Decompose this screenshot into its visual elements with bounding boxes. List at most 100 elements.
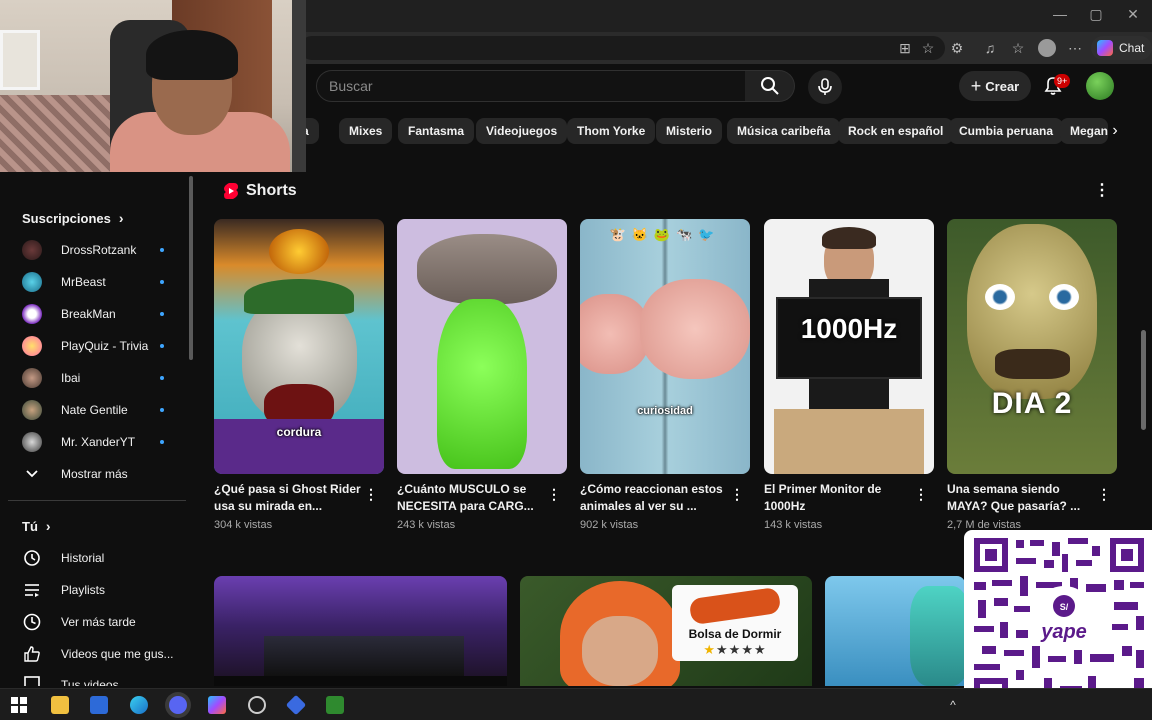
chip[interactable]: Megan — [1060, 118, 1108, 144]
more-options-icon[interactable]: ⋮ — [364, 486, 378, 503]
sidebar-item-subscription[interactable]: Mr. XanderYT — [22, 428, 182, 456]
webcam-pole — [292, 0, 306, 172]
search-button[interactable] — [745, 70, 795, 102]
webcam-bed — [0, 95, 110, 172]
short-caption: curiosidad — [637, 405, 693, 417]
zombie-eye-left — [985, 284, 1015, 310]
star-icon: ★ — [728, 642, 742, 657]
maximize-button[interactable]: ▢ — [1081, 6, 1111, 23]
new-content-dot — [160, 376, 164, 380]
app-icon[interactable] — [285, 694, 307, 716]
avatar — [22, 368, 42, 388]
sidebar-scrollbar[interactable] — [189, 176, 193, 360]
sidebar-item-subscription[interactable]: Ibai — [22, 364, 182, 392]
account-avatar[interactable] — [1086, 72, 1114, 100]
character-shape — [910, 586, 965, 686]
short-thumbnail[interactable]: 1000Hz — [764, 219, 934, 474]
chevron-right-icon[interactable]: › — [1104, 118, 1126, 144]
avatar — [22, 240, 42, 260]
short-title[interactable]: ¿Qué pasa si Ghost Rider usa su mirada e… — [214, 481, 364, 515]
chevron-right-icon: › — [118, 210, 124, 226]
minecraft-icon[interactable] — [326, 696, 344, 714]
chip[interactable]: Rock en español — [838, 118, 954, 144]
address-bar[interactable] — [300, 36, 945, 60]
more-options-icon[interactable]: ⋮ — [1092, 181, 1112, 201]
short-title[interactable]: ¿Cuánto MUSCULO se NECESITA para CARG... — [397, 481, 547, 515]
copilot-icon[interactable] — [208, 696, 226, 714]
chat-label: Chat — [1119, 41, 1145, 55]
sidebar-item-subscription[interactable]: BreakMan — [22, 300, 182, 328]
sidebar-item-subscription[interactable]: Nate Gentile — [22, 396, 182, 424]
discord-icon[interactable] — [169, 696, 187, 714]
you-section-header[interactable]: Tú › — [22, 518, 51, 534]
browser-profile-avatar[interactable] — [1038, 39, 1056, 57]
extensions-icon[interactable]: ⚙ — [948, 39, 966, 57]
sidebar-item-playlists[interactable]: Playlists — [22, 576, 182, 604]
more-options-icon[interactable]: ⋮ — [547, 486, 561, 503]
more-options-icon[interactable]: ⋮ — [1097, 486, 1111, 503]
shorts-logo-icon — [224, 183, 238, 199]
chip[interactable]: Videojuegos — [476, 118, 568, 144]
zombie-mouth-shape — [995, 349, 1070, 379]
copilot-chat-button[interactable]: Chat — [1091, 36, 1152, 60]
search-box[interactable]: Buscar — [316, 70, 746, 102]
minimize-button[interactable]: — — [1045, 6, 1075, 22]
sidebar-item-history[interactable]: Historial — [22, 544, 182, 572]
sidebar-item-liked-videos[interactable]: Videos que me gus... — [22, 640, 182, 668]
star-icon: ★ — [703, 642, 717, 657]
obs-icon[interactable] — [248, 696, 266, 714]
app-grid-icon[interactable]: ⊞ — [896, 39, 914, 57]
chip[interactable]: Misterio — [656, 118, 723, 144]
edge-browser-icon[interactable] — [130, 696, 148, 714]
chevron-up-icon[interactable]: ^ — [946, 698, 960, 712]
more-options-icon[interactable]: ⋯ — [1066, 39, 1084, 57]
short-thumbnail[interactable]: 🐮🐱🐸🐄🐦 curiosidad — [580, 219, 750, 474]
chip[interactable]: Música caribeña — [727, 118, 841, 144]
show-more-label: Mostrar más — [61, 467, 128, 481]
windows-start-icon[interactable] — [10, 696, 28, 714]
chip[interactable]: Cumbia peruana — [949, 118, 1064, 144]
sidebar-item-label: PlayQuiz - Trivia — [61, 339, 149, 353]
sidebar-item-your-videos[interactable]: Tus videos — [22, 672, 182, 686]
sidebar-item-subscription[interactable]: MrBeast — [22, 268, 182, 296]
sidebar-item-subscription[interactable]: PlayQuiz - Trivia — [22, 332, 182, 360]
sidebar-item-subscription[interactable]: DrossRotzank — [22, 236, 182, 264]
short-thumbnail[interactable]: DIA 2 — [947, 219, 1117, 474]
shorts-section-title: Shorts — [246, 182, 297, 199]
more-options-icon[interactable]: ⋮ — [730, 486, 744, 503]
elephant-shape — [417, 234, 557, 304]
video-thumbnail[interactable] — [214, 576, 507, 686]
create-button[interactable]: + Crear — [959, 71, 1031, 101]
short-title[interactable]: Una semana siendo MAYA? Que pasaría? ... — [947, 481, 1097, 515]
show-more-button[interactable]: Mostrar más — [22, 460, 182, 488]
chip[interactable]: Mixes — [339, 118, 393, 144]
liked-icon — [22, 644, 42, 664]
voice-search-button[interactable] — [808, 70, 842, 104]
short-thumbnail[interactable]: cordura — [214, 219, 384, 474]
sidebar-item-watch-later[interactable]: Ver más tarde — [22, 608, 182, 636]
music-icon[interactable]: ♫ — [981, 39, 999, 57]
new-content-dot — [160, 344, 164, 348]
sleeping-bag-card: Bolsa de Dormir ★★★★★ — [672, 585, 798, 661]
short-thumbnail[interactable] — [397, 219, 567, 474]
chevron-right-icon: › — [45, 518, 51, 534]
video-thumbnail[interactable] — [825, 576, 965, 686]
close-window-button[interactable]: ✕ — [1118, 6, 1148, 23]
create-label: Crear — [985, 78, 1020, 94]
mail-icon[interactable] — [90, 696, 108, 714]
short-title[interactable]: ¿Cómo reaccionan estos animales al ver s… — [580, 481, 730, 515]
short-title[interactable]: El Primer Monitor de 1000Hz — [764, 481, 914, 515]
subscriptions-header[interactable]: Suscripciones › — [22, 210, 124, 226]
person-hair-shape — [822, 227, 876, 249]
windows-taskbar: ^ — [0, 688, 1152, 720]
favorite-star-icon[interactable]: ☆ — [919, 39, 937, 57]
chip[interactable]: Fantasma — [398, 118, 475, 144]
page-scrollbar[interactable] — [1141, 330, 1146, 430]
chip[interactable]: Thom Yorke — [567, 118, 656, 144]
sleeping-bag-shape — [688, 586, 782, 626]
short-views: 304 k vistas — [214, 519, 273, 531]
search-input[interactable]: Buscar — [329, 78, 373, 94]
favorites-icon[interactable]: ☆ — [1009, 39, 1027, 57]
file-explorer-icon[interactable] — [51, 696, 69, 714]
more-options-icon[interactable]: ⋮ — [914, 486, 928, 503]
